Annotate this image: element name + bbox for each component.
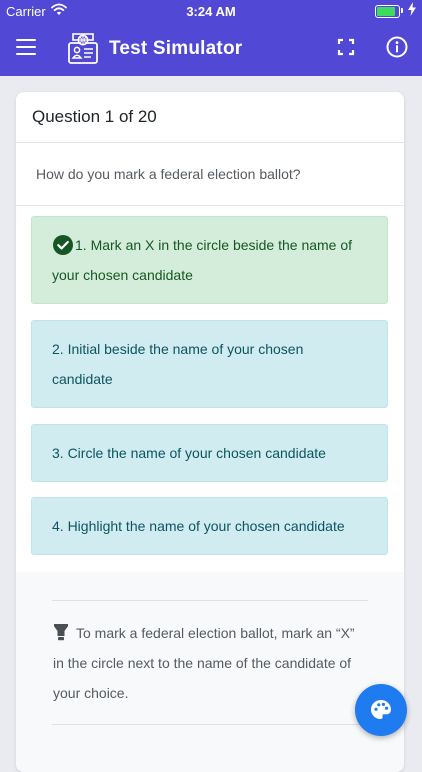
battery-level	[377, 7, 396, 16]
explanation-panel: To mark a federal election ballot, mark …	[16, 572, 404, 772]
question-card: Question 1 of 20 How do you mark a feder…	[16, 92, 404, 772]
explanation-text-block: To mark a federal election ballot, mark …	[53, 618, 363, 708]
theme-fab-button[interactable]	[355, 684, 407, 736]
question-text: How do you mark a federal election ballo…	[16, 143, 404, 206]
answer-option-3[interactable]: 3. Circle the name of your chosen candid…	[31, 424, 388, 482]
answer-label: 1. Mark an X in the circle beside the na…	[52, 237, 353, 283]
answer-option-2[interactable]: 2. Initial beside the name of your chose…	[31, 320, 388, 408]
check-circle-icon	[53, 235, 73, 255]
palette-icon	[371, 700, 391, 719]
battery-icon	[375, 5, 400, 18]
app-title: Test Simulator	[109, 38, 243, 59]
answer-label: 3. Circle the name of your chosen candid…	[52, 445, 326, 461]
info-icon[interactable]	[386, 36, 408, 58]
answer-label: 2. Initial beside the name of your chose…	[52, 341, 304, 387]
fullscreen-icon[interactable]	[337, 38, 355, 56]
status-bar: Carrier 3:24 AM	[0, 0, 422, 22]
charging-bolt-icon	[408, 2, 416, 19]
question-counter: Question 1 of 20	[16, 92, 404, 143]
menu-button[interactable]	[16, 39, 36, 55]
id-card-logo-icon	[67, 31, 99, 65]
lightbulb-icon	[53, 621, 69, 641]
battery-cap	[401, 8, 403, 13]
answer-label: 4. Highlight the name of your chosen can…	[52, 518, 345, 534]
explanation-text: To mark a federal election ballot, mark …	[53, 625, 355, 701]
divider	[52, 724, 368, 725]
app-bar: Test Simulator	[0, 22, 422, 76]
divider	[52, 600, 368, 601]
answer-option-4[interactable]: 4. Highlight the name of your chosen can…	[31, 497, 388, 555]
answer-option-1[interactable]: 1. Mark an X in the circle beside the na…	[31, 216, 388, 304]
status-time: 3:24 AM	[186, 4, 236, 19]
